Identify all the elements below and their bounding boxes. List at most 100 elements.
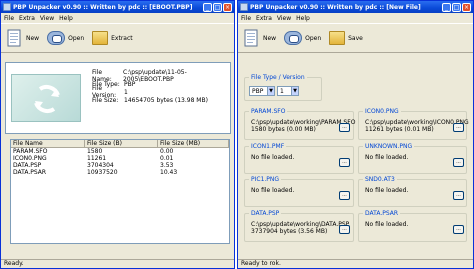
menu-view[interactable]: View xyxy=(40,15,54,22)
table-row[interactable]: DATA.PSP 3704304 3.53 xyxy=(11,162,229,169)
group-title: UNKNOWN.PNG xyxy=(363,143,415,150)
group-title: SND0.AT3 xyxy=(363,176,397,183)
menu-help[interactable]: Help xyxy=(59,15,73,22)
app-icon xyxy=(240,3,248,11)
icon0-png-group: ICON0.PNG C:\psp\update\working\ICON0.PN… xyxy=(358,108,469,140)
file-type-value: PBP xyxy=(252,87,264,95)
file-size-key: File Size: xyxy=(92,96,119,104)
file-info: File Name: C:\psp\update\11-05-2005\EBOOT… xyxy=(92,69,234,104)
open-button[interactable]: Open xyxy=(284,31,321,45)
file-size: 1580 bytes (0.00 MB) xyxy=(251,126,316,133)
left-window: PBP Unpacker v0.90 :: Written by pdc :: … xyxy=(0,0,235,269)
pic1-png-group: PIC1.PNG No file loaded. ... xyxy=(244,176,354,207)
file-path: No file loaded. xyxy=(365,187,409,194)
app-icon xyxy=(3,3,11,11)
menu-extra[interactable]: Extra xyxy=(256,15,272,22)
new-label: New xyxy=(26,34,40,42)
menu-bar: File Extra View Help xyxy=(238,13,473,23)
new-document-icon xyxy=(244,29,258,47)
file-size: 11261 bytes (0.01 MB) xyxy=(365,126,434,133)
menu-extra[interactable]: Extra xyxy=(19,15,35,22)
menu-file[interactable]: File xyxy=(241,15,251,22)
open-label: Open xyxy=(68,34,85,42)
browse-button[interactable]: ... xyxy=(453,123,464,132)
refresh-arrows-icon xyxy=(34,85,60,113)
new-label: New xyxy=(263,34,277,42)
file-path: No file loaded. xyxy=(365,154,409,161)
file-path: No file loaded. xyxy=(251,154,295,161)
menu-help[interactable]: Help xyxy=(296,15,310,22)
group-title: DATA.PSP xyxy=(249,210,282,217)
data-psar-group: DATA.PSAR No file loaded. ... xyxy=(358,210,467,242)
table-row[interactable]: DATA.PSAR 10937520 10.43 xyxy=(11,169,229,176)
table-row[interactable]: ICON0.PNG 11261 0.01 xyxy=(11,155,229,162)
icon1-pmf-group: ICON1.PMF No file loaded. ... xyxy=(244,143,354,174)
title-bar[interactable]: PBP Unpacker v0.90 :: Written by pdc :: … xyxy=(1,1,234,13)
cell-bytes: 10937520 xyxy=(87,169,118,176)
menu-file[interactable]: File xyxy=(4,15,14,22)
cell-mb: 10.43 xyxy=(160,169,178,176)
cell-name: ICON0.PNG xyxy=(13,155,47,162)
file-version-value: 1 xyxy=(124,88,128,96)
save-button[interactable]: Save xyxy=(329,31,363,45)
cell-mb: 0.01 xyxy=(160,155,174,162)
new-button[interactable]: New xyxy=(5,29,39,47)
col-size-bytes[interactable]: File Size (B) xyxy=(85,140,158,147)
file-name-value: C:\psp\update\11-05-2005\EBOOT.PBP xyxy=(123,69,187,83)
browse-button[interactable]: ... xyxy=(339,158,350,167)
menu-view[interactable]: View xyxy=(277,15,291,22)
group-title: ICON0.PNG xyxy=(363,108,401,115)
chevron-down-icon: ▼ xyxy=(291,87,298,95)
save-label: Save xyxy=(348,34,363,42)
version-value: 1 xyxy=(280,87,284,95)
close-button[interactable]: × xyxy=(462,2,471,12)
browse-button[interactable]: ... xyxy=(339,191,350,200)
group-title: DATA.PSAR xyxy=(363,210,401,217)
right-window: PBP Unpacker v0.90 :: Written by pdc :: … xyxy=(237,0,474,269)
extract-button[interactable]: Extract xyxy=(92,31,133,45)
group-title: PIC1.PNG xyxy=(249,176,282,183)
table-row[interactable]: PARAM.SFO 1580 0.00 xyxy=(11,148,229,155)
open-label: Open xyxy=(305,34,322,42)
cell-bytes: 1580 xyxy=(87,148,103,155)
save-folder-icon xyxy=(329,31,346,45)
minimize-button[interactable]: _ xyxy=(442,2,451,12)
status-bar: Ready. xyxy=(1,259,234,268)
title-bar[interactable]: PBP Unpacker v0.90 :: Written by pdc :: … xyxy=(238,1,473,13)
version-select[interactable]: 1 ▼ xyxy=(277,86,299,96)
toolbar: New Open Save xyxy=(238,23,473,53)
browse-button[interactable]: ... xyxy=(453,225,464,234)
maximize-button[interactable]: □ xyxy=(452,2,461,12)
toolbar: New Open Extract xyxy=(1,23,234,53)
browse-button[interactable]: ... xyxy=(339,123,350,132)
file-type-group: File Type / Version PBP ▼ 1 ▼ xyxy=(244,74,322,101)
maximize-button[interactable]: □ xyxy=(213,2,222,12)
snd0-at3-group: SND0.AT3 No file loaded. ... xyxy=(358,176,467,207)
col-file-name[interactable]: File Name xyxy=(11,140,85,147)
browse-button[interactable]: ... xyxy=(453,158,464,167)
close-button[interactable]: × xyxy=(223,2,232,12)
param-sfo-group: PARAM.SFO C:\psp\update\working\PARAM.SF… xyxy=(244,108,355,140)
file-type-select[interactable]: PBP ▼ xyxy=(249,86,275,96)
group-title: PARAM.SFO xyxy=(249,108,288,115)
new-button[interactable]: New xyxy=(242,29,276,47)
browse-button[interactable]: ... xyxy=(339,225,350,234)
table-header: File Name File Size (B) File Size (MB) xyxy=(11,140,229,148)
data-psp-group: DATA.PSP C:\psp\update\working\DATA.PSP … xyxy=(244,210,354,242)
browse-button[interactable]: ... xyxy=(453,191,464,200)
extract-label: Extract xyxy=(111,34,133,42)
file-path: C:\psp\update\working\DATA.PSP xyxy=(251,221,350,228)
cell-bytes: 11261 xyxy=(87,155,107,162)
file-path: No file loaded. xyxy=(251,187,295,194)
cell-name: DATA.PSAR xyxy=(13,169,47,176)
group-title: ICON1.PMF xyxy=(249,143,287,150)
col-size-mb[interactable]: File Size (MB) xyxy=(158,140,229,147)
extract-folder-icon xyxy=(92,31,109,45)
cell-bytes: 3704304 xyxy=(87,162,114,169)
minimize-button[interactable]: _ xyxy=(203,2,212,12)
open-button[interactable]: Open xyxy=(47,31,84,45)
chevron-down-icon: ▼ xyxy=(267,87,274,95)
open-icon xyxy=(284,31,303,45)
menu-bar: File Extra View Help xyxy=(1,13,234,23)
open-icon xyxy=(47,31,66,45)
